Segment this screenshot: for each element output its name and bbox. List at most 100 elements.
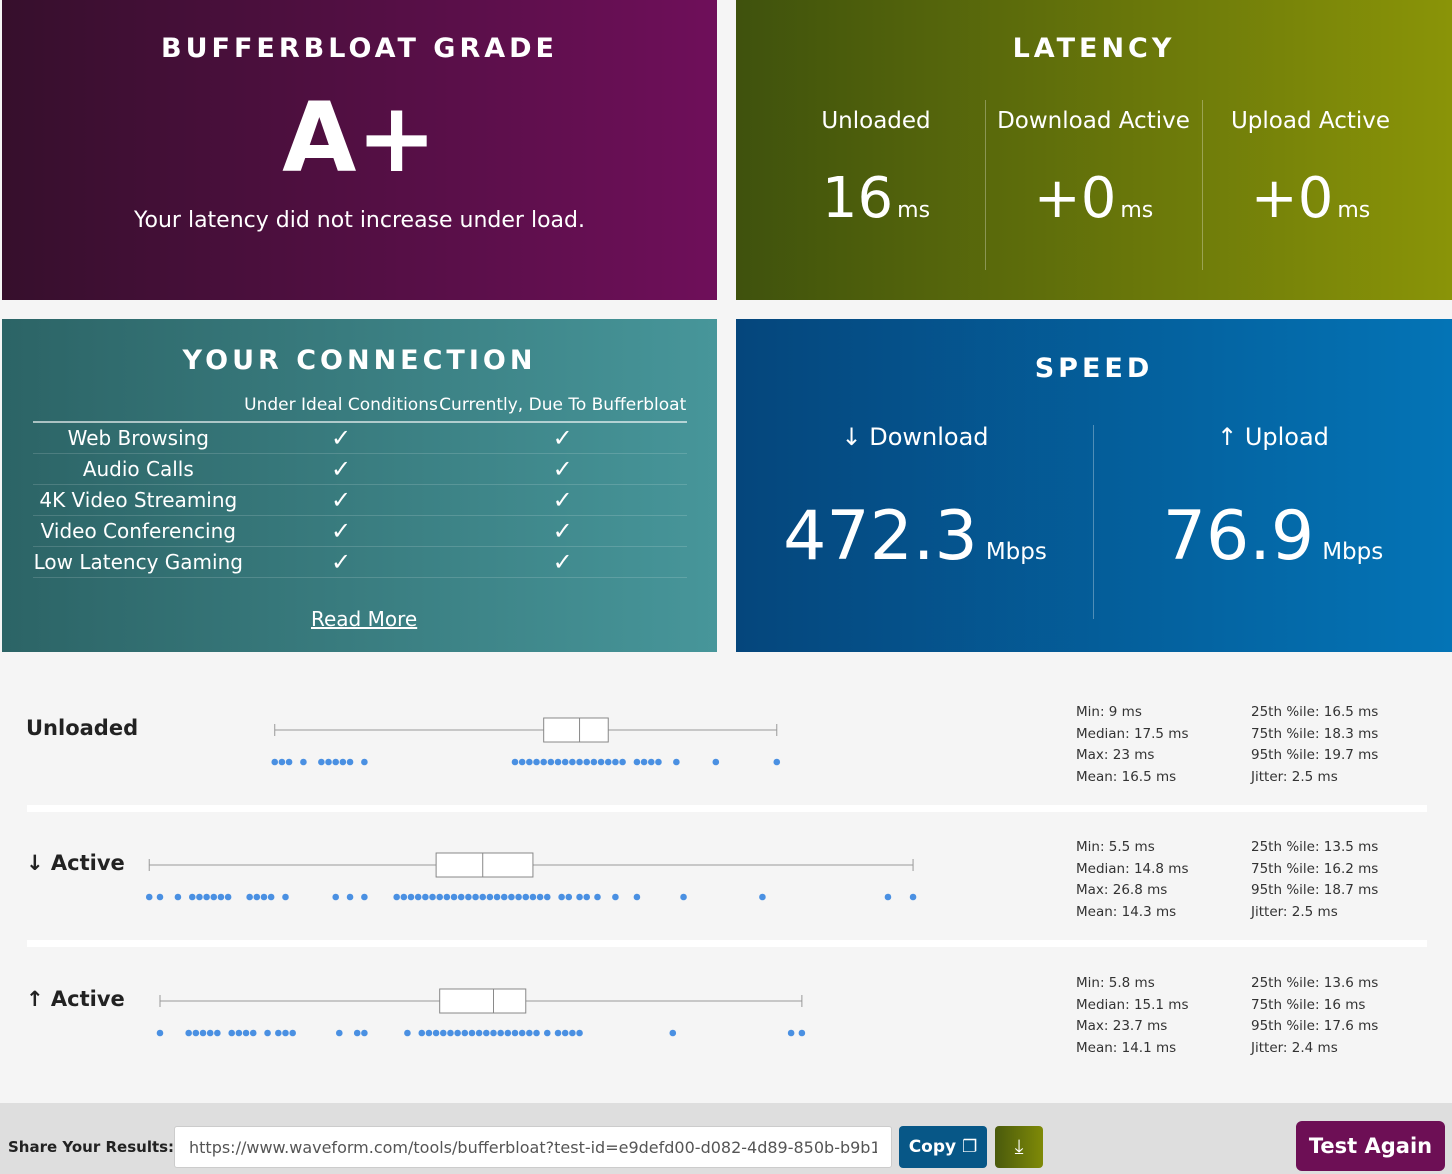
sample-dot <box>475 1029 483 1037</box>
distribution-row: ↑ Active Min: 5.8 ms Median: 15.1 ms Max: … <box>0 946 1452 1081</box>
sample-dot <box>490 1029 497 1037</box>
sample-dot <box>504 1029 512 1037</box>
test-again-button[interactable]: Test Again <box>1296 1121 1445 1171</box>
copy-button[interactable]: Copy ❐ <box>899 1126 987 1168</box>
connection-row: Video Conferencing ✓ ✓ <box>33 515 687 547</box>
sample-dot <box>361 1029 368 1037</box>
sample-dot <box>332 758 340 766</box>
speed-card: SPEED ↓ Download 472.3 Mbps ↑ Upload 76.9 Mb… <box>736 319 1452 652</box>
distribution-row: ↓ Active Min: 5.5 ms Median: 14.8 ms Max: … <box>0 810 1452 945</box>
sample-dot <box>561 758 569 766</box>
sample-dot <box>353 1029 361 1037</box>
sample-dot <box>271 758 279 766</box>
sample-dot <box>246 893 253 901</box>
sample-dot <box>346 893 354 901</box>
stat: 95th %ile: 19.7 ms <box>1251 747 1379 763</box>
sample-dot <box>461 1029 469 1037</box>
stat: Jitter: 2.4 ms <box>1251 1039 1338 1056</box>
sample-dot <box>493 893 501 901</box>
sample-dot <box>174 893 182 901</box>
grade-title: BUFFERBLOAT GRADE <box>161 33 558 64</box>
stat: Mean: 16.5 ms <box>1076 768 1177 785</box>
sample-dot <box>454 1029 461 1037</box>
sample-dot <box>465 893 472 901</box>
latency-label: Unloaded <box>821 108 931 134</box>
sample-dot <box>669 1029 677 1037</box>
check-icon-current: ✓ <box>438 422 687 454</box>
header-ideal: Under Ideal Conditions <box>243 395 439 423</box>
sample-dot <box>472 893 479 901</box>
sample-dot <box>526 1029 533 1037</box>
stat: Max: 23.7 ms <box>1076 1018 1168 1034</box>
sample-dot <box>633 893 641 901</box>
download-label: ↓ Download <box>841 423 989 451</box>
sample-dot <box>278 758 286 766</box>
row-divider <box>27 940 1427 947</box>
stat: Median: 15.1 ms <box>1076 996 1189 1013</box>
sample-dot <box>267 893 275 901</box>
upload-value: 76.9 <box>1162 497 1315 576</box>
stats-left: Min: 9 ms Median: 17.5 ms Max: 23 ms Mean: … <box>1076 702 1188 788</box>
sample-dot <box>432 1029 440 1037</box>
sample-dot <box>647 758 655 766</box>
sample-dot <box>558 893 565 901</box>
sample-dot <box>515 893 522 901</box>
latency-download-active: Download Active +0 ms <box>985 100 1201 270</box>
use-case-label: 4K Video Streaming <box>33 484 244 516</box>
check-icon-ideal: ✓ <box>243 546 439 578</box>
check-icon-current: ✓ <box>438 484 687 516</box>
sample-dot <box>561 1029 569 1037</box>
stat: Min: 5.5 ms <box>1076 839 1155 855</box>
download-value: 472.3 <box>783 497 978 576</box>
use-case-label: Video Conferencing <box>33 515 244 547</box>
stat: 25th %ile: 13.6 ms <box>1251 975 1379 991</box>
use-case-label: Web Browsing <box>33 422 244 454</box>
sample-dot <box>529 893 537 901</box>
sample-dot <box>404 1029 411 1037</box>
stat: Max: 26.8 ms <box>1076 882 1168 898</box>
sample-dot <box>332 893 340 901</box>
sample-dot <box>500 893 508 901</box>
check-icon-current: ✓ <box>438 453 687 485</box>
check-icon-current: ✓ <box>438 546 687 578</box>
stat: Median: 17.5 ms <box>1076 725 1189 742</box>
sample-dot <box>576 893 583 901</box>
download-button[interactable]: ⤓ <box>995 1126 1043 1168</box>
latency-value: +0 <box>1033 166 1117 231</box>
stat: 75th %ile: 16 ms <box>1251 996 1366 1013</box>
stats-right: 25th %ile: 13.5 ms 75th %ile: 16.2 ms 95th… <box>1251 837 1378 923</box>
sample-dot <box>468 1029 476 1037</box>
stats-right: 25th %ile: 13.6 ms 75th %ile: 16 ms 95th %… <box>1251 973 1378 1059</box>
latency-upload-active: Upload Active +0 ms <box>1202 100 1418 270</box>
box-plot <box>145 852 917 901</box>
sample-dot <box>569 758 576 766</box>
sample-dot <box>418 1029 426 1037</box>
stat: Jitter: 2.5 ms <box>1251 768 1338 785</box>
use-case-label: Low Latency Gaming <box>33 546 244 578</box>
sample-dot <box>533 758 540 766</box>
sample-dot <box>612 758 619 766</box>
sample-dot <box>457 893 465 901</box>
iqr-box <box>439 988 527 1014</box>
bufferbloat-grade-card: BUFFERBLOAT GRADE A+ Your latency did no… <box>2 0 717 300</box>
sample-dot <box>260 893 268 901</box>
sample-dot <box>576 758 583 766</box>
latency-value: +0 <box>1250 166 1334 231</box>
sample-dot <box>196 893 203 901</box>
grade-value: A+ <box>282 82 437 194</box>
upload-unit: Mbps <box>1322 539 1384 565</box>
box-plot <box>156 988 806 1037</box>
sample-dot <box>414 893 422 901</box>
read-more-link[interactable]: Read More <box>311 607 417 631</box>
sample-dot <box>486 893 494 901</box>
share-url-input[interactable] <box>174 1126 892 1168</box>
sample-dot <box>393 893 400 901</box>
latency-title: LATENCY <box>1012 33 1176 64</box>
copy-label: Copy <box>908 1137 957 1157</box>
latency-unit: ms <box>897 198 931 223</box>
sample-dot <box>565 893 573 901</box>
sample-dot <box>604 758 612 766</box>
sample-dot <box>188 893 196 901</box>
connection-row: Audio Calls ✓ ✓ <box>33 453 687 485</box>
check-icon-ideal: ✓ <box>243 515 439 547</box>
